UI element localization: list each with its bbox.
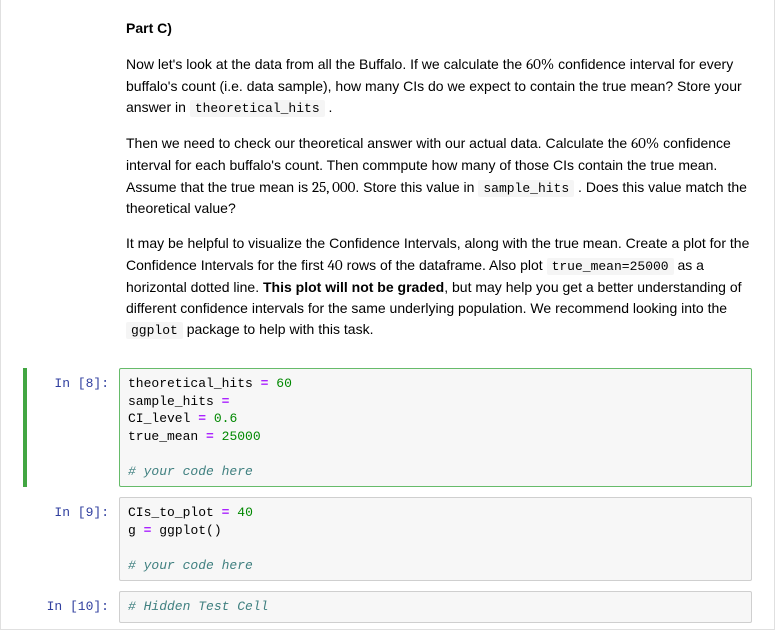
paragraph-1: Now let's look at the data from all the … <box>126 53 752 118</box>
paragraph-2: Then we need to check our theoretical an… <box>126 132 752 219</box>
prompt-9: In [9]: <box>23 497 119 581</box>
code-input-8[interactable]: theoretical_hits = 60 sample_hits = CI_l… <box>119 368 752 487</box>
notebook-page: Part C) Now let's look at the data from … <box>0 0 775 630</box>
prompt-8: In [8]: <box>27 368 119 487</box>
code-cell-10[interactable]: In [10]: # Hidden Test Cell <box>23 591 752 623</box>
code-cell-8[interactable]: In [8]: theoretical_hits = 60 sample_hit… <box>23 368 752 487</box>
code-true-mean: true_mean=25000 <box>547 258 674 275</box>
markdown-cell-partC: Part C) Now let's look at the data from … <box>1 0 774 364</box>
code-input-9[interactable]: CIs_to_plot = 40 g = ggplot() # your cod… <box>119 497 752 581</box>
code-input-10[interactable]: # Hidden Test Cell <box>119 591 752 623</box>
code-sample-hits: sample_hits <box>478 180 574 197</box>
code-ggplot: ggplot <box>126 322 183 339</box>
paragraph-3: It may be helpful to visualize the Confi… <box>126 233 752 340</box>
code-cell-9[interactable]: In [9]: CIs_to_plot = 40 g = ggplot() # … <box>23 497 752 581</box>
heading-partC: Part C) <box>126 18 752 39</box>
prompt-10: In [10]: <box>23 591 119 623</box>
code-theoretical-hits: theoretical_hits <box>190 100 325 117</box>
